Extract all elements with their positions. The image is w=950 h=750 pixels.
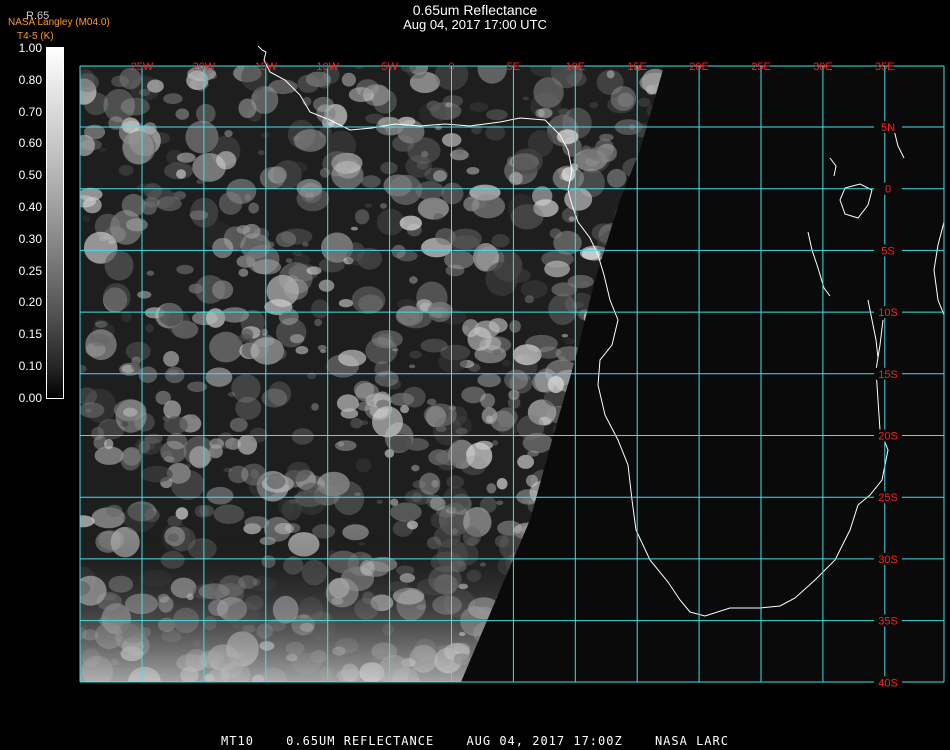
latitude-label: 35S [878,616,898,628]
latitude-label: 10S [878,307,898,319]
colorbar-tick: 0.70 [18,104,42,119]
colorbar-tick: 0.40 [18,200,42,214]
colorbar [46,47,64,399]
latitude-label: 40S [878,677,898,689]
latitude-label: 20S [878,431,898,443]
longitude-label: 5E [507,61,520,73]
longitude-label: 0 [448,61,454,73]
longitude-label: 10E [566,61,586,73]
longitude-label: 15E [627,61,647,73]
longitude-label: 15W [254,61,277,73]
longitude-label: 10W [316,61,339,73]
longitude-label: 25E [751,61,771,73]
colorbar-tick: 1.00 [18,41,42,55]
footer-caption: MT10 0.65UM REFLECTANCE AUG 04, 2017 17:… [0,734,950,748]
colorbar-tick: 0.10 [18,359,42,373]
latitude-label: 15S [878,369,898,381]
footer-datetime: AUG 04, 2017 17:00Z [466,734,623,748]
longitude-label: 25W [131,61,154,73]
colorbar-tick: 0.30 [18,231,42,246]
colorbar-tick: 0.25 [18,263,42,278]
latitude-label: 0 [885,184,891,196]
longitude-label: 20E [689,61,709,73]
colorbar-tick: 0.15 [18,327,42,342]
colorbar-tick: 0.50 [18,168,42,183]
colorbar-tick: 0.60 [18,136,42,151]
latitude-label: 5N [881,122,895,134]
colorbar-tick: 0.20 [18,295,42,310]
satellite-map: 25W 20W 15W 10W 5W 0 5E 10E 15E 20E 25E 30E 35E 5N 0 5… [79,45,945,689]
footer-product: 0.65UM REFLECTANCE [286,734,435,748]
latitude-label: 5S [881,245,894,257]
credit-label: NASA Langley (M04.0) [8,17,110,28]
latitude-label: 30S [878,554,898,566]
latitude-label: 25S [878,492,898,504]
longitude-label: 30E [813,61,833,73]
colorbar-tick: 0.80 [18,72,42,87]
chart-title: 0.65um Reflectance [412,2,538,18]
colorbar-tick: 0.00 [18,390,42,405]
chart-subtitle: Aug 04, 2017 17:00 UTC [403,17,547,32]
longitude-label: 35E [875,61,895,73]
footer-source: NASA LARC [654,734,729,748]
longitude-label: 20W [193,61,216,73]
footer-satellite: MT10 [221,734,254,748]
longitude-label: 5W [381,61,398,73]
